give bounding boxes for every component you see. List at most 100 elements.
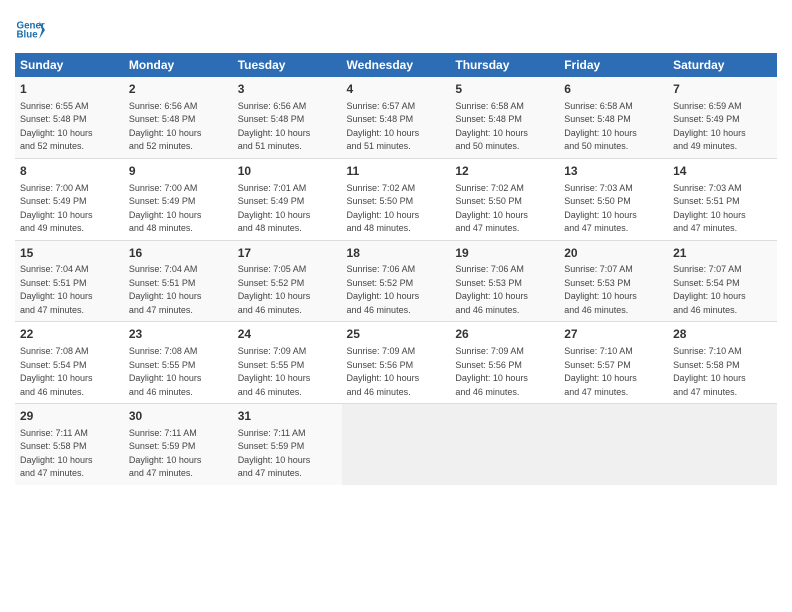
- day-info: Sunrise: 7:08 AMSunset: 5:54 PMDaylight:…: [20, 346, 93, 397]
- day-info: Sunrise: 7:00 AMSunset: 5:49 PMDaylight:…: [129, 183, 202, 234]
- day-number: 14: [673, 163, 772, 180]
- day-info: Sunrise: 7:05 AMSunset: 5:52 PMDaylight:…: [238, 264, 311, 315]
- day-info: Sunrise: 7:03 AMSunset: 5:51 PMDaylight:…: [673, 183, 746, 234]
- day-number: 10: [238, 163, 337, 180]
- calendar-cell: 15 Sunrise: 7:04 AMSunset: 5:51 PMDaylig…: [15, 240, 124, 322]
- calendar-cell: 3 Sunrise: 6:56 AMSunset: 5:48 PMDayligh…: [233, 77, 342, 158]
- calendar-cell: 19 Sunrise: 7:06 AMSunset: 5:53 PMDaylig…: [450, 240, 559, 322]
- day-number: 18: [347, 245, 446, 262]
- day-number: 23: [129, 326, 228, 343]
- day-number: 19: [455, 245, 554, 262]
- day-info: Sunrise: 7:04 AMSunset: 5:51 PMDaylight:…: [129, 264, 202, 315]
- calendar-cell: 22 Sunrise: 7:08 AMSunset: 5:54 PMDaylig…: [15, 322, 124, 404]
- day-number: 24: [238, 326, 337, 343]
- day-number: 17: [238, 245, 337, 262]
- day-info: Sunrise: 7:06 AMSunset: 5:52 PMDaylight:…: [347, 264, 420, 315]
- calendar-cell: [342, 404, 451, 485]
- page-container: General Blue SundayMondayTuesdayWednesda…: [0, 0, 792, 612]
- day-info: Sunrise: 7:11 AMSunset: 5:59 PMDaylight:…: [129, 428, 202, 479]
- calendar-week-row: 22 Sunrise: 7:08 AMSunset: 5:54 PMDaylig…: [15, 322, 777, 404]
- day-info: Sunrise: 6:58 AMSunset: 5:48 PMDaylight:…: [564, 101, 637, 152]
- day-info: Sunrise: 7:09 AMSunset: 5:56 PMDaylight:…: [455, 346, 528, 397]
- day-number: 16: [129, 245, 228, 262]
- day-info: Sunrise: 7:11 AMSunset: 5:58 PMDaylight:…: [20, 428, 93, 479]
- day-number: 22: [20, 326, 119, 343]
- calendar-cell: 6 Sunrise: 6:58 AMSunset: 5:48 PMDayligh…: [559, 77, 668, 158]
- calendar-cell: 14 Sunrise: 7:03 AMSunset: 5:51 PMDaylig…: [668, 158, 777, 240]
- weekday-header: Tuesday: [233, 53, 342, 77]
- day-info: Sunrise: 7:06 AMSunset: 5:53 PMDaylight:…: [455, 264, 528, 315]
- day-number: 15: [20, 245, 119, 262]
- day-info: Sunrise: 7:08 AMSunset: 5:55 PMDaylight:…: [129, 346, 202, 397]
- logo: General Blue: [15, 15, 45, 45]
- calendar-cell: 20 Sunrise: 7:07 AMSunset: 5:53 PMDaylig…: [559, 240, 668, 322]
- day-number: 2: [129, 81, 228, 98]
- day-info: Sunrise: 7:09 AMSunset: 5:56 PMDaylight:…: [347, 346, 420, 397]
- day-number: 20: [564, 245, 663, 262]
- page-header: General Blue: [15, 15, 777, 45]
- day-info: Sunrise: 7:04 AMSunset: 5:51 PMDaylight:…: [20, 264, 93, 315]
- day-number: 12: [455, 163, 554, 180]
- day-number: 6: [564, 81, 663, 98]
- calendar-cell: 18 Sunrise: 7:06 AMSunset: 5:52 PMDaylig…: [342, 240, 451, 322]
- day-number: 27: [564, 326, 663, 343]
- day-number: 11: [347, 163, 446, 180]
- weekday-header: Sunday: [15, 53, 124, 77]
- day-info: Sunrise: 7:07 AMSunset: 5:53 PMDaylight:…: [564, 264, 637, 315]
- day-number: 8: [20, 163, 119, 180]
- day-info: Sunrise: 6:56 AMSunset: 5:48 PMDaylight:…: [129, 101, 202, 152]
- calendar-week-row: 8 Sunrise: 7:00 AMSunset: 5:49 PMDayligh…: [15, 158, 777, 240]
- day-info: Sunrise: 6:58 AMSunset: 5:48 PMDaylight:…: [455, 101, 528, 152]
- calendar-cell: 27 Sunrise: 7:10 AMSunset: 5:57 PMDaylig…: [559, 322, 668, 404]
- day-number: 1: [20, 81, 119, 98]
- logo-icon: General Blue: [15, 15, 45, 45]
- day-number: 3: [238, 81, 337, 98]
- calendar-cell: 4 Sunrise: 6:57 AMSunset: 5:48 PMDayligh…: [342, 77, 451, 158]
- weekday-header: Wednesday: [342, 53, 451, 77]
- calendar-cell: 5 Sunrise: 6:58 AMSunset: 5:48 PMDayligh…: [450, 77, 559, 158]
- day-number: 7: [673, 81, 772, 98]
- weekday-header: Friday: [559, 53, 668, 77]
- day-number: 26: [455, 326, 554, 343]
- calendar-cell: 28 Sunrise: 7:10 AMSunset: 5:58 PMDaylig…: [668, 322, 777, 404]
- calendar-table: SundayMondayTuesdayWednesdayThursdayFrid…: [15, 53, 777, 485]
- calendar-week-row: 15 Sunrise: 7:04 AMSunset: 5:51 PMDaylig…: [15, 240, 777, 322]
- weekday-header: Thursday: [450, 53, 559, 77]
- calendar-cell: 1 Sunrise: 6:55 AMSunset: 5:48 PMDayligh…: [15, 77, 124, 158]
- day-number: 21: [673, 245, 772, 262]
- calendar-cell: 11 Sunrise: 7:02 AMSunset: 5:50 PMDaylig…: [342, 158, 451, 240]
- calendar-cell: [559, 404, 668, 485]
- day-info: Sunrise: 7:01 AMSunset: 5:49 PMDaylight:…: [238, 183, 311, 234]
- calendar-cell: 31 Sunrise: 7:11 AMSunset: 5:59 PMDaylig…: [233, 404, 342, 485]
- calendar-cell: 2 Sunrise: 6:56 AMSunset: 5:48 PMDayligh…: [124, 77, 233, 158]
- calendar-cell: 13 Sunrise: 7:03 AMSunset: 5:50 PMDaylig…: [559, 158, 668, 240]
- calendar-cell: 17 Sunrise: 7:05 AMSunset: 5:52 PMDaylig…: [233, 240, 342, 322]
- calendar-cell: 24 Sunrise: 7:09 AMSunset: 5:55 PMDaylig…: [233, 322, 342, 404]
- day-info: Sunrise: 7:09 AMSunset: 5:55 PMDaylight:…: [238, 346, 311, 397]
- day-number: 5: [455, 81, 554, 98]
- day-info: Sunrise: 7:10 AMSunset: 5:57 PMDaylight:…: [564, 346, 637, 397]
- day-info: Sunrise: 7:03 AMSunset: 5:50 PMDaylight:…: [564, 183, 637, 234]
- weekday-header-row: SundayMondayTuesdayWednesdayThursdayFrid…: [15, 53, 777, 77]
- weekday-header: Saturday: [668, 53, 777, 77]
- calendar-cell: 10 Sunrise: 7:01 AMSunset: 5:49 PMDaylig…: [233, 158, 342, 240]
- calendar-cell: 23 Sunrise: 7:08 AMSunset: 5:55 PMDaylig…: [124, 322, 233, 404]
- day-number: 4: [347, 81, 446, 98]
- day-info: Sunrise: 7:02 AMSunset: 5:50 PMDaylight:…: [347, 183, 420, 234]
- day-info: Sunrise: 7:11 AMSunset: 5:59 PMDaylight:…: [238, 428, 311, 479]
- day-number: 28: [673, 326, 772, 343]
- day-info: Sunrise: 6:56 AMSunset: 5:48 PMDaylight:…: [238, 101, 311, 152]
- weekday-header: Monday: [124, 53, 233, 77]
- day-info: Sunrise: 7:02 AMSunset: 5:50 PMDaylight:…: [455, 183, 528, 234]
- day-number: 25: [347, 326, 446, 343]
- calendar-cell: 7 Sunrise: 6:59 AMSunset: 5:49 PMDayligh…: [668, 77, 777, 158]
- day-number: 9: [129, 163, 228, 180]
- calendar-cell: 8 Sunrise: 7:00 AMSunset: 5:49 PMDayligh…: [15, 158, 124, 240]
- day-info: Sunrise: 6:55 AMSunset: 5:48 PMDaylight:…: [20, 101, 93, 152]
- day-info: Sunrise: 6:57 AMSunset: 5:48 PMDaylight:…: [347, 101, 420, 152]
- calendar-cell: 30 Sunrise: 7:11 AMSunset: 5:59 PMDaylig…: [124, 404, 233, 485]
- day-number: 29: [20, 408, 119, 425]
- calendar-cell: 25 Sunrise: 7:09 AMSunset: 5:56 PMDaylig…: [342, 322, 451, 404]
- day-info: Sunrise: 7:00 AMSunset: 5:49 PMDaylight:…: [20, 183, 93, 234]
- day-number: 30: [129, 408, 228, 425]
